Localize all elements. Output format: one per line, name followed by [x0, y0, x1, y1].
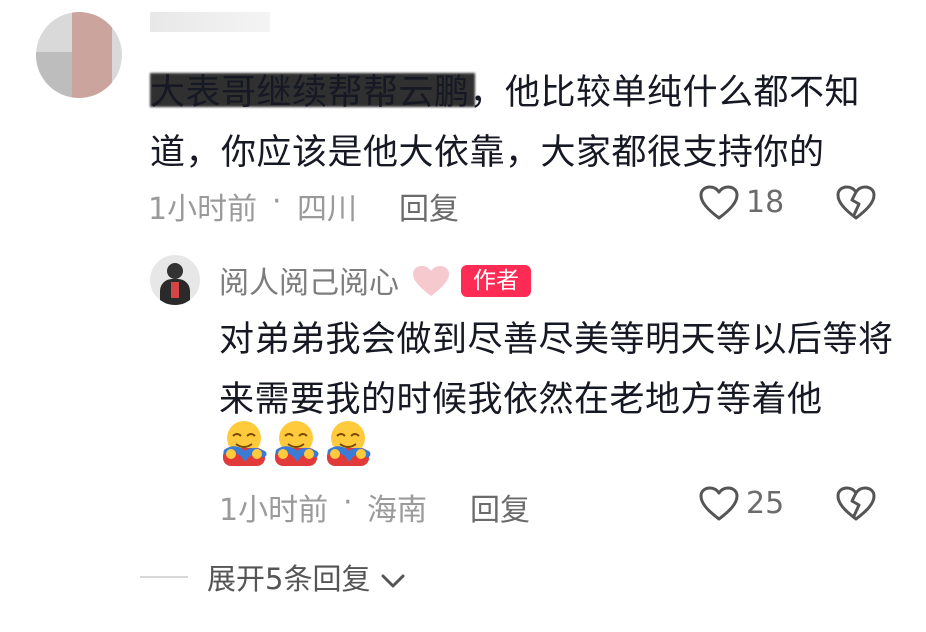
hug-emoji-icon: [275, 421, 319, 466]
comment-dislike-button[interactable]: [836, 185, 876, 225]
reply-avatar[interactable]: [150, 255, 200, 305]
meta-separator: ·: [343, 485, 353, 520]
reply-like-count: 25: [746, 486, 785, 521]
comment-time: 1小时前: [148, 192, 258, 227]
reply-username[interactable]: 阅人阅己阅心: [219, 258, 399, 302]
comment-like-button[interactable]: [699, 185, 739, 225]
commenter-name-redacted: [150, 12, 270, 32]
comment-location: 四川: [297, 192, 357, 227]
hug-emoji-icon: [223, 421, 267, 466]
pink-heart-emoji-icon: [411, 264, 451, 302]
commenter-avatar[interactable]: [36, 12, 122, 98]
reply-text: 对弟弟我会做到尽善尽美等明天等以后等将来需要我的时候我依然在老地方等着他: [219, 320, 894, 420]
expand-divider: [140, 576, 188, 578]
reply-like-button[interactable]: [699, 486, 739, 526]
comment-reply-button[interactable]: 回复: [399, 184, 459, 228]
author-badge: 作者: [461, 265, 531, 297]
comment-text: 大表哥继续帮帮云鹏，他比较单纯什么都不知道，你应该是他大依靠，大家都很支持你的: [150, 73, 861, 173]
expand-replies-button[interactable]: 展开5条回复: [207, 556, 406, 598]
reply-time: 1小时前: [219, 493, 329, 528]
broken-heart-icon: [836, 185, 876, 220]
reply-dislike-button[interactable]: [836, 486, 876, 526]
reply-location: 海南: [367, 493, 427, 528]
expand-replies-label: 展开5条回复: [207, 562, 371, 596]
heart-outline-icon: [699, 185, 739, 220]
comment-like-count: 18: [746, 185, 785, 220]
broken-heart-icon: [836, 486, 876, 521]
meta-separator: ·: [272, 184, 282, 219]
reply-reply-button[interactable]: 回复: [470, 485, 530, 529]
chevron-down-icon: [381, 574, 405, 588]
hug-emoji-icon: [327, 421, 371, 466]
heart-outline-icon: [699, 486, 739, 521]
